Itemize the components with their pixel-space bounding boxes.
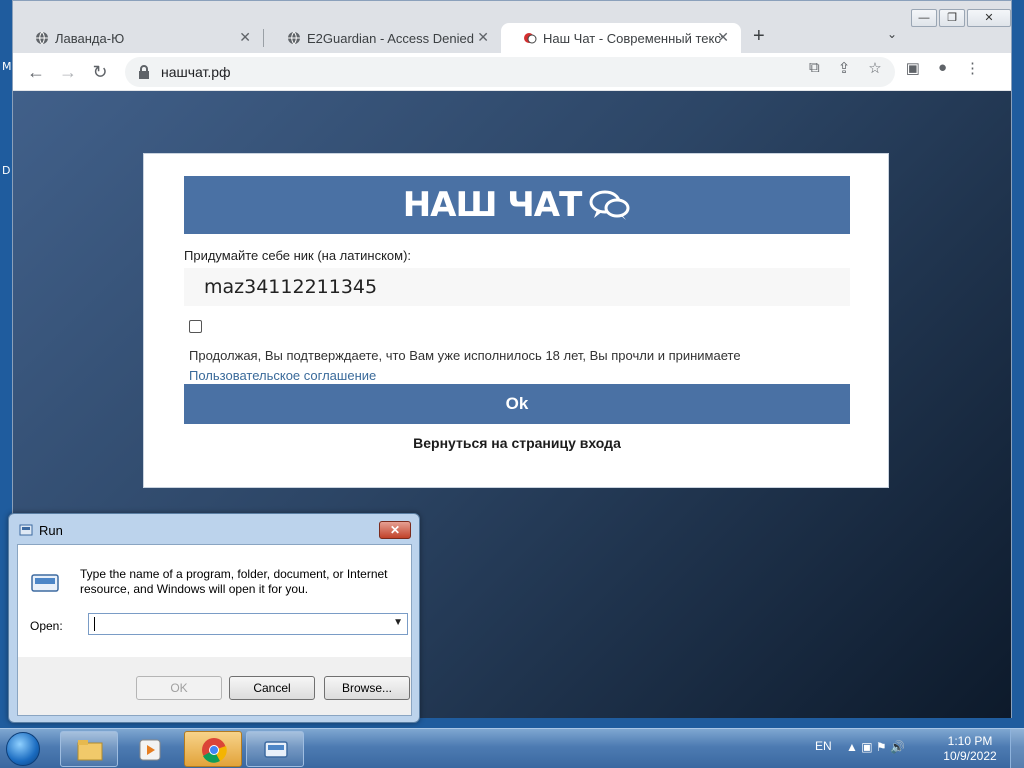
profile-avatar-icon[interactable]: ● (938, 59, 947, 77)
taskbar-media-player[interactable] (120, 731, 178, 767)
back-button[interactable]: ← (25, 61, 47, 83)
registration-card: НАШ ЧАТ Придумайте себе ник (на латинско… (143, 153, 889, 488)
new-tab-button[interactable]: + (753, 25, 765, 48)
chrome-icon (202, 738, 227, 763)
language-indicator[interactable]: EN (815, 739, 832, 753)
forward-button[interactable]: → (57, 61, 79, 83)
lock-icon (139, 65, 149, 79)
tab-close-icon[interactable]: ✕ (717, 29, 729, 46)
run-close-button[interactable]: ✕ (379, 521, 411, 539)
chat-logo-icon (524, 33, 537, 44)
show-desktop-button[interactable] (1010, 729, 1024, 768)
taskbar-explorer[interactable] (60, 731, 118, 767)
start-button[interactable] (6, 732, 40, 766)
browser-toolbar: ← → ↻ нашчат.рф ⧉ ⇪ ☆ ▣ ● ⋮ (13, 53, 1011, 91)
ok-button[interactable]: Ok (184, 384, 850, 424)
nickname-input[interactable] (184, 268, 850, 306)
desktop-icon-label-fragment: M (2, 60, 12, 73)
taskbar-chrome[interactable] (184, 731, 242, 767)
tab-close-icon[interactable]: ✕ (477, 29, 489, 46)
globe-icon (36, 31, 48, 45)
tab-title: E2Guardian - Access Denied (307, 30, 474, 46)
tab-title: Лаванда-Ю (55, 30, 125, 46)
run-program-icon (31, 574, 59, 592)
taskbar: EN ▲ ▣ ⚑ 🔊 1:10 PM 10/9/2022 (0, 728, 1024, 768)
bookmark-star-icon[interactable]: ☆ (868, 59, 881, 77)
run-dialog-body: Type the name of a program, folder, docu… (17, 544, 412, 716)
tab-nashchat[interactable]: Наш Чат - Современный тексто ✕ (501, 23, 741, 53)
menu-kebab-icon[interactable]: ⋮ (965, 59, 980, 77)
folder-icon (77, 740, 103, 761)
run-description: Type the name of a program, folder, docu… (80, 567, 388, 596)
run-ok-button[interactable]: OK (136, 676, 222, 700)
media-player-icon (139, 739, 161, 761)
globe-icon (288, 31, 300, 45)
tab-search-dropdown[interactable]: ⌄ (887, 27, 897, 41)
open-combobox[interactable]: ▼ (88, 613, 408, 635)
tab-e2guardian[interactable]: E2Guardian - Access Denied ✕ (265, 23, 501, 53)
taskbar-run-dialog[interactable] (246, 731, 304, 767)
age-agreement-checkbox[interactable] (189, 320, 202, 333)
system-tray-icons[interactable]: ▲ ▣ ⚑ 🔊 (846, 740, 905, 754)
nickname-label: Придумайте себе ник (на латинском): (184, 248, 412, 263)
chat-bubbles-icon (589, 190, 630, 220)
site-title: НАШ ЧАТ (402, 185, 583, 225)
translate-icon[interactable]: ⧉ (809, 59, 820, 77)
clock-date: 10/9/2022 (943, 749, 997, 763)
tab-separator (263, 29, 264, 47)
open-label: Open: (30, 619, 63, 633)
run-browse-button[interactable]: Browse... (324, 676, 410, 700)
agreement-statement: Продолжая, Вы подтверждаете, что Вам уже… (189, 348, 741, 363)
agreement-text: Продолжая, Вы подтверждаете, что Вам уже… (189, 346, 839, 386)
desktop-icon-label-fragment: D (2, 164, 11, 177)
run-program-icon (264, 741, 288, 758)
tab-title: Наш Чат - Современный тексто (543, 30, 723, 46)
clock[interactable]: 1:10 PM 10/9/2022 (940, 734, 1000, 764)
address-bar[interactable]: нашчат.рф (125, 57, 895, 87)
run-dialog: Run ✕ Type the name of a program, folder… (8, 513, 420, 723)
back-to-login-link[interactable]: Вернуться на страницу входа (144, 435, 890, 451)
run-cancel-button[interactable]: Cancel (229, 676, 315, 700)
run-content-area: Type the name of a program, folder, docu… (18, 545, 411, 657)
toolbar-actions: ⧉ ⇪ ☆ ▣ ● ⋮ (809, 59, 980, 77)
user-agreement-link[interactable]: Пользовательское соглашение (189, 368, 376, 383)
tab-strip: Лаванда-Ю ✕ E2Guardian - Access Denied ✕… (13, 21, 1011, 53)
tab-close-icon[interactable]: ✕ (239, 29, 251, 46)
side-panel-icon[interactable]: ▣ (906, 59, 920, 77)
reload-button[interactable]: ↻ (89, 61, 111, 83)
clock-time: 1:10 PM (947, 734, 993, 748)
run-dialog-title: Run (39, 523, 63, 538)
run-title-icon (19, 524, 33, 536)
site-banner: НАШ ЧАТ (184, 176, 850, 234)
url-text: нашчат.рф (161, 64, 231, 80)
tab-lavanda[interactable]: Лаванда-Ю ✕ (13, 23, 263, 53)
text-caret (94, 617, 95, 631)
dropdown-arrow-icon[interactable]: ▼ (393, 617, 403, 628)
share-icon[interactable]: ⇪ (838, 59, 851, 77)
